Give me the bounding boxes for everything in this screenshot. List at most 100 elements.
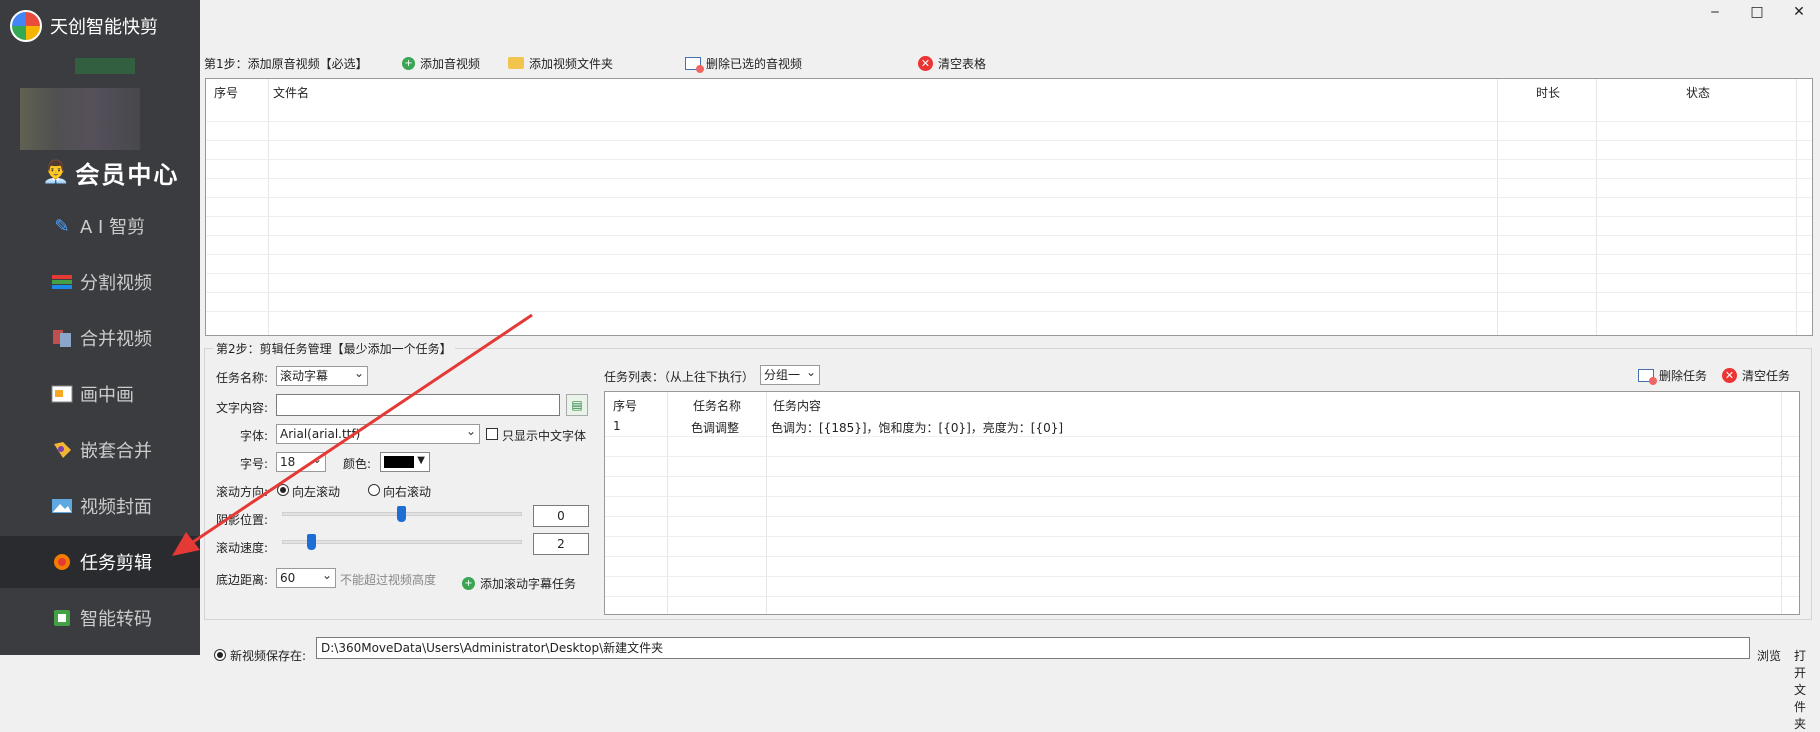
- table-row[interactable]: 1 色调调整 色调为：[{185}]，饱和度为：[{0}]，亮度为：[{0}]: [605, 416, 1781, 436]
- sidebar-item-label: 合并视频: [80, 329, 152, 350]
- save-new-radio[interactable]: [214, 649, 226, 661]
- sidebar-item-nested-merge[interactable]: 嵌套合并: [0, 424, 200, 476]
- clear-table-label: 清空表格: [938, 56, 987, 71]
- task-name-select[interactable]: 滚动字幕: [276, 364, 368, 386]
- sidebar-item-label: 画中画: [80, 385, 134, 406]
- delete-task-button[interactable]: 删除任务: [1638, 364, 1707, 386]
- vip-center-button[interactable]: 👨‍💼 会员中心: [42, 155, 179, 190]
- delete-window-icon: [685, 56, 704, 73]
- add-scroll-subtitle-task-button[interactable]: + 添加滚动字幕任务: [462, 571, 576, 595]
- color-label: 颜色:: [343, 457, 372, 471]
- add-audio-video-button[interactable]: + 添加音视频: [402, 52, 480, 74]
- sidebar-item-label: 智能转码: [80, 609, 152, 630]
- delete-selected-button[interactable]: 删除已选的音视频: [685, 52, 802, 74]
- vip-user-icon: 👨‍💼: [42, 160, 70, 185]
- close-button[interactable]: ✕: [1784, 4, 1814, 20]
- media-file-table[interactable]: 序号 文件名 时长 状态: [205, 78, 1813, 336]
- app-header: 天创智能快剪: [10, 10, 158, 42]
- font-select[interactable]: Arial(arial.ttf): [276, 422, 480, 444]
- ai-edit-icon: ✎: [54, 215, 70, 237]
- dropdown-arrow-icon: ▼: [417, 455, 425, 466]
- task-row-no: 1: [613, 419, 621, 433]
- delete-task-label: 删除任务: [1659, 368, 1708, 383]
- user-name-blurred: [75, 58, 135, 74]
- column-header-filename[interactable]: 文件名: [273, 84, 309, 101]
- clear-task-label: 清空任务: [1742, 368, 1791, 383]
- sidebar-item-label: A I 智剪: [80, 217, 146, 238]
- sidebar-item-ai-edit[interactable]: ✎ A I 智剪: [0, 200, 200, 252]
- sidebar-item-video-cover[interactable]: 视频封面: [0, 480, 200, 532]
- speed-slider[interactable]: [282, 540, 522, 544]
- scroll-speed-label: 滚动速度:: [216, 541, 269, 555]
- scroll-left-radio[interactable]: [277, 484, 289, 496]
- column-header-status[interactable]: 状态: [1686, 84, 1710, 101]
- sidebar-item-label: 嵌套合并: [80, 441, 152, 462]
- scroll-direction-label: 滚动方向:: [216, 485, 269, 499]
- shadow-value-input[interactable]: 0: [533, 505, 589, 527]
- sidebar: 天创智能快剪 👨‍💼 会员中心 ✎ A I 智剪 分割视频 合并视频 画中画 嵌…: [0, 0, 200, 655]
- task-edit-icon: [50, 550, 74, 574]
- sidebar-item-split-video[interactable]: 分割视频: [0, 256, 200, 308]
- sidebar-item-label: 视频封面: [80, 497, 152, 518]
- add-task-label: 添加滚动字幕任务: [480, 576, 577, 591]
- delete-selected-label: 删除已选的音视频: [706, 56, 803, 71]
- chinese-font-only-label: 只显示中文字体: [502, 429, 587, 443]
- clear-x-icon: ✕: [1722, 367, 1737, 383]
- add-folder-button[interactable]: 添加视频文件夹: [508, 52, 613, 74]
- sidebar-item-label: 任务剪辑: [80, 553, 152, 574]
- transcode-icon: [50, 606, 74, 630]
- user-avatar-blurred: [20, 88, 140, 150]
- step2-title: 第2步：剪辑任务管理【最少添加一个任务】: [213, 340, 455, 357]
- plus-circle-icon: +: [402, 56, 415, 70]
- sidebar-item-transcode[interactable]: 智能转码: [0, 592, 200, 644]
- task-column-no[interactable]: 序号: [613, 397, 637, 414]
- bottom-margin-hint: 不能超过视频高度: [340, 573, 437, 587]
- column-header-no[interactable]: 序号: [214, 84, 238, 101]
- task-column-content[interactable]: 任务内容: [773, 397, 821, 414]
- vip-center-label: 会员中心: [75, 160, 180, 189]
- picture-in-picture-icon: [50, 382, 74, 406]
- color-swatch: [384, 456, 414, 468]
- scroll-right-label: 向右滚动: [383, 485, 432, 499]
- text-content-input[interactable]: [276, 394, 560, 416]
- app-title: 天创智能快剪: [50, 17, 158, 38]
- open-folder-button[interactable]: 打开文件夹: [1794, 647, 1806, 732]
- step1-label: 第1步：添加原音视频【必选】: [204, 56, 368, 71]
- font-size-select[interactable]: 18: [276, 450, 326, 472]
- scroll-right-radio[interactable]: [368, 484, 380, 496]
- sidebar-item-task-edit[interactable]: 任务剪辑: [0, 536, 200, 588]
- step1-toolbar: 第1步：添加原音视频【必选】: [204, 52, 368, 74]
- plus-circle-icon: +: [462, 576, 475, 590]
- scroll-left-label: 向左滚动: [292, 485, 341, 499]
- browse-button[interactable]: 浏览: [1757, 647, 1781, 664]
- task-name-label: 任务名称:: [216, 371, 269, 385]
- color-picker[interactable]: ▼: [380, 452, 430, 472]
- speed-value-input[interactable]: 2: [533, 533, 589, 555]
- font-size-label: 字号:: [240, 457, 269, 471]
- bottom-margin-select[interactable]: 60: [276, 566, 336, 588]
- task-row-name: 色调调整: [691, 421, 740, 435]
- column-header-duration[interactable]: 时长: [1536, 84, 1560, 101]
- chinese-font-only-checkbox[interactable]: [486, 428, 498, 440]
- clear-task-button[interactable]: ✕ 清空任务: [1722, 364, 1790, 386]
- maximize-button[interactable]: □: [1742, 4, 1772, 20]
- task-list-table[interactable]: 序号 任务名称 任务内容 1 色调调整 色调为：[{185}]，饱和度为：[{0…: [604, 391, 1800, 615]
- shadow-slider-thumb[interactable]: [397, 506, 406, 522]
- clear-table-button[interactable]: ✕ 清空表格: [918, 52, 986, 74]
- group-select[interactable]: 分组一: [760, 363, 820, 385]
- minimize-button[interactable]: ‒: [1700, 4, 1730, 20]
- save-new-label: 新视频保存在:: [230, 649, 307, 663]
- text-picker-icon[interactable]: ▤: [566, 394, 588, 416]
- sidebar-item-merge-video[interactable]: 合并视频: [0, 312, 200, 364]
- task-column-name[interactable]: 任务名称: [693, 397, 741, 414]
- output-path-input[interactable]: D:\360MoveData\Users\Administrator\Deskt…: [316, 637, 1750, 659]
- speed-slider-thumb[interactable]: [307, 534, 316, 550]
- task-row-content: 色调为：[{185}]，饱和度为：[{0}]，亮度为：[{0}]: [771, 421, 1064, 435]
- sidebar-item-label: 分割视频: [80, 273, 152, 294]
- text-content-label: 文字内容:: [216, 401, 269, 415]
- clear-x-icon: ✕: [918, 55, 933, 71]
- merge-video-icon: [50, 326, 74, 350]
- add-folder-label: 添加视频文件夹: [529, 56, 614, 71]
- sidebar-item-picture-in-picture[interactable]: 画中画: [0, 368, 200, 420]
- nested-merge-icon: [50, 438, 74, 462]
